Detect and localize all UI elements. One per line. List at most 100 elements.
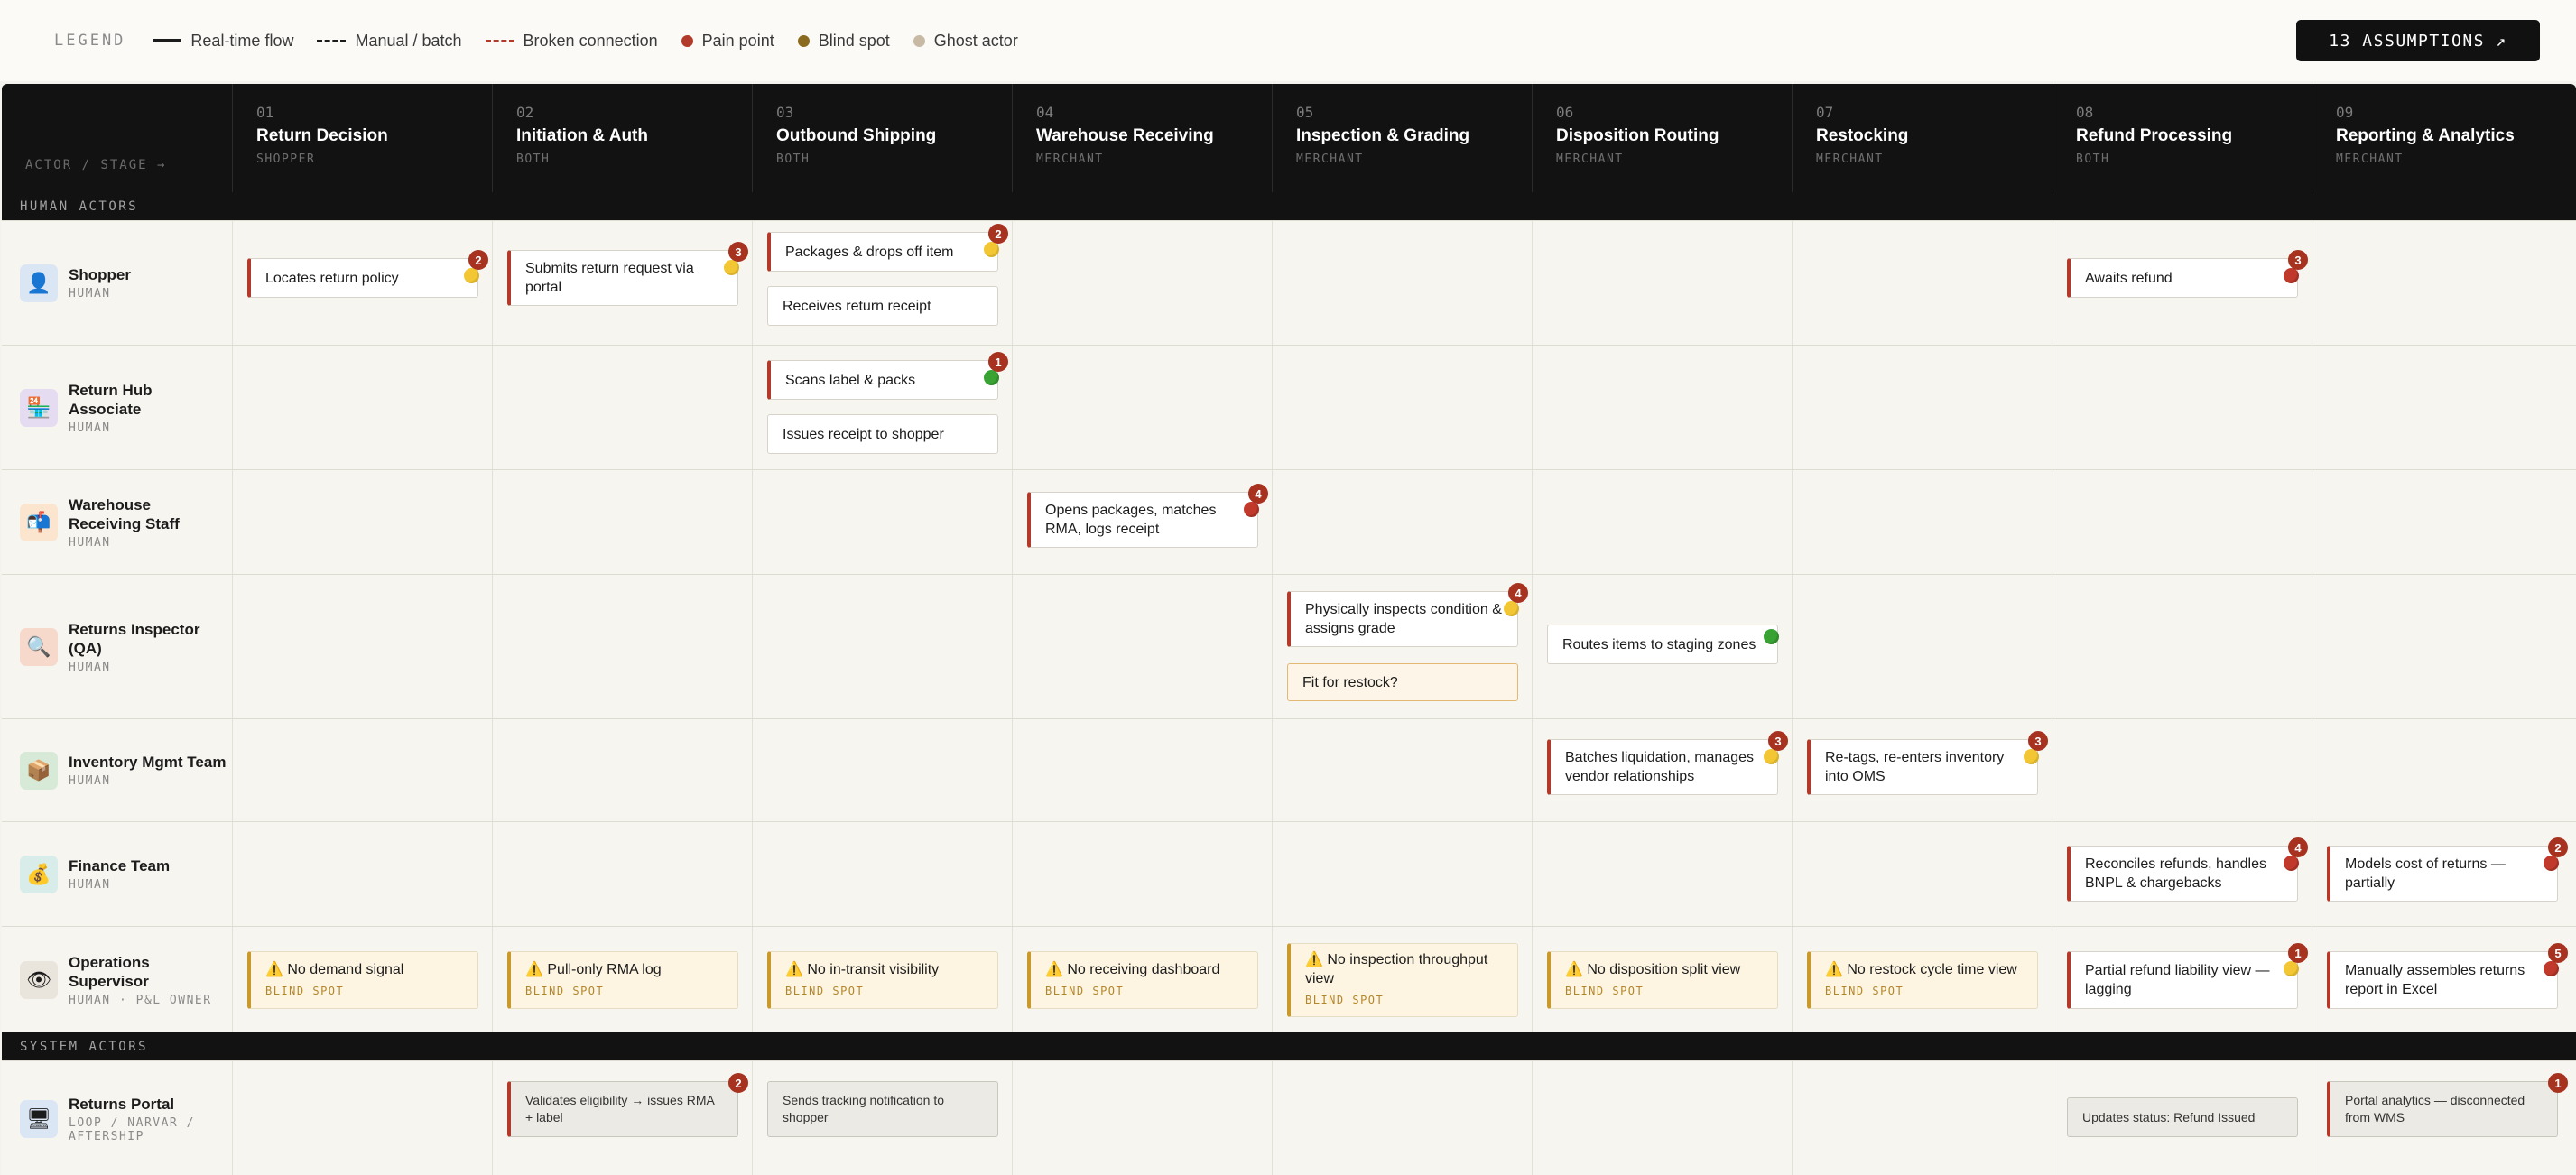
grid-cell: Batches liquidation, manages vendor rela…	[1532, 719, 1792, 821]
step-card[interactable]: Issues receipt to shopper	[767, 414, 998, 454]
grid-cell	[2312, 346, 2571, 469]
stage-title: Restocking	[1816, 126, 1909, 145]
grid-cell: Validates eligibility → issues RMA + lab…	[492, 1061, 752, 1175]
grid-cell	[492, 719, 752, 821]
red-status-dot-icon	[2284, 856, 2299, 871]
grid-cell	[1012, 346, 1272, 469]
stage-04: 04 Warehouse Receiving MERCHANT	[1012, 84, 1272, 192]
mailbox-icon: 📬	[20, 503, 58, 541]
actor-name: Warehouse Receiving Staff	[69, 495, 180, 532]
card-text: Batches liquidation, manages vendor rela…	[1565, 750, 1755, 784]
blind-spot-card[interactable]: ⚠️ Pull-only RMA log BLIND SPOT	[507, 951, 738, 1009]
step-card[interactable]: Packages & drops off item 2	[767, 224, 1008, 272]
actor-type: HUMAN	[69, 287, 111, 301]
step-card[interactable]: Submits return request via portal 3	[507, 242, 748, 306]
issue-count-badge[interactable]: 3	[1768, 731, 1788, 751]
broken-line-icon	[485, 39, 514, 42]
yellow-status-dot-icon	[464, 268, 479, 283]
actor-row: 🖥 Returns Portal LOOP / NARVAR / AFTERSHIP…	[2, 1060, 2576, 1175]
grid-cell: Packages & drops off item 2 Receives retur…	[752, 221, 1012, 345]
grid-cell: ⚠️ No disposition split view BLIND SPOT	[1532, 927, 1792, 1032]
assumptions-button[interactable]: 13 ASSUMPTIONS ↗	[2296, 20, 2540, 61]
step-card[interactable]: Manually assembles returns report in Exc…	[2327, 943, 2568, 1009]
issue-count-badge[interactable]: 3	[728, 242, 748, 262]
eye-icon: 👁	[20, 960, 58, 999]
step-card[interactable]: Receives return receipt	[767, 286, 998, 326]
stage-owner: MERCHANT	[1036, 153, 1104, 166]
issue-count-badge[interactable]: 1	[2288, 943, 2308, 963]
actor-type: HUMAN · P&L OWNER	[69, 993, 212, 1007]
grid-cell	[232, 346, 492, 469]
grid-cell	[1532, 470, 1792, 574]
grid-cell: Re-tags, re-enters inventory into OMS 3	[1792, 719, 2052, 821]
actor-row: 📬 Warehouse Receiving Staff HUMAN Opens pac…	[2, 469, 2576, 574]
stage-09: 09 Reporting & Analytics MERCHANT	[2312, 84, 2571, 192]
step-card[interactable]: Reconciles refunds, handles BNPL & charg…	[2067, 837, 2308, 902]
grid-cell	[1272, 346, 1532, 469]
card-text: Portal analytics — disconnected from WMS	[2345, 1093, 2525, 1124]
card-text: Validates eligibility → issues RMA + lab…	[525, 1093, 715, 1124]
step-card[interactable]: Opens packages, matches RMA, logs receip…	[1027, 484, 1268, 548]
store-icon: 🏪	[20, 388, 58, 427]
stage-title: Inspection & Grading	[1296, 126, 1470, 145]
system-step-card[interactable]: Portal analytics — disconnected from WMS…	[2327, 1073, 2568, 1137]
step-card[interactable]: Re-tags, re-enters inventory into OMS 3	[1807, 731, 2048, 795]
grid-cell	[2052, 575, 2312, 718]
stage-owner: SHOPPER	[256, 153, 316, 166]
blind-spot-card[interactable]: ⚠️ No demand signal BLIND SPOT	[247, 951, 478, 1009]
issue-count-badge[interactable]: 5	[2548, 943, 2568, 963]
card-text: Locates return policy	[265, 270, 399, 286]
issue-count-badge[interactable]: 2	[468, 250, 488, 270]
step-card[interactable]: Routes items to staging zones	[1547, 625, 1779, 664]
blind-spot-card[interactable]: ⚠️ No receiving dashboard BLIND SPOT	[1027, 951, 1258, 1009]
step-card[interactable]: Partial refund liability view — lagging 1	[2067, 943, 2308, 1009]
stage-number: 03	[776, 104, 794, 121]
step-card[interactable]: Locates return policy 2	[247, 250, 488, 298]
step-card[interactable]: Batches liquidation, manages vendor rela…	[1547, 731, 1788, 795]
blind-spot-card[interactable]: ⚠️ No disposition split view BLIND SPOT	[1547, 951, 1778, 1009]
blind-spot-card[interactable]: ⚠️ No in-transit visibility BLIND SPOT	[767, 951, 998, 1009]
issue-count-badge[interactable]: 2	[728, 1073, 748, 1093]
grid-cell	[752, 575, 1012, 718]
actor-type: HUMAN	[69, 421, 111, 435]
actor-name: Shopper	[69, 266, 131, 283]
blind-spot-card[interactable]: ⚠️ No inspection throughput view BLIND SP…	[1287, 943, 1518, 1017]
issue-count-badge[interactable]: 3	[2288, 250, 2308, 270]
blind-spot-card[interactable]: ⚠️ No restock cycle time view BLIND SPOT	[1807, 951, 2038, 1009]
solid-line-icon	[153, 39, 182, 42]
stage-title: Warehouse Receiving	[1036, 126, 1214, 145]
issue-count-badge[interactable]: 1	[988, 352, 1008, 372]
grid-cell: ⚠️ No inspection throughput view BLIND SP…	[1272, 927, 1532, 1032]
actor-type: HUMAN	[69, 878, 111, 892]
grid-cell	[752, 470, 1012, 574]
blind-spot-tag: BLIND SPOT	[1305, 994, 1385, 1006]
step-card[interactable]: Scans label & packs 1	[767, 352, 1008, 400]
grid-cell	[1532, 221, 1792, 345]
issue-count-badge[interactable]: 2	[2548, 837, 2568, 857]
grid-cell	[2312, 221, 2571, 345]
system-step-card[interactable]: Validates eligibility → issues RMA + lab…	[507, 1073, 748, 1137]
decision-card[interactable]: Fit for restock?	[1287, 663, 1518, 701]
issue-count-badge[interactable]: 3	[2028, 731, 2048, 751]
issue-count-badge[interactable]: 4	[1248, 484, 1268, 504]
issue-count-badge[interactable]: 2	[988, 224, 1008, 244]
issue-count-badge[interactable]: 1	[2548, 1073, 2568, 1093]
grid-cell	[1012, 575, 1272, 718]
issue-count-badge[interactable]: 4	[1508, 583, 1528, 603]
blind-spot-tag: BLIND SPOT	[1045, 984, 1125, 997]
system-step-card[interactable]: Updates status: Refund Issued	[2067, 1097, 2298, 1137]
grid-cell: Updates status: Refund Issued	[2052, 1061, 2312, 1175]
actor-row: 🏪 Return Hub Associate HUMAN Scans label & …	[2, 345, 2576, 469]
step-card[interactable]: Awaits refund 3	[2067, 250, 2308, 298]
actor-name: Finance Team	[69, 857, 171, 874]
issue-count-badge[interactable]: 4	[2288, 837, 2308, 857]
red-status-dot-icon	[2284, 268, 2299, 283]
card-text: Models cost of returns — partially	[2345, 856, 2506, 891]
card-text: Sends tracking notification to shopper	[783, 1093, 944, 1124]
stage-number: 08	[2076, 104, 2094, 121]
stage-title: Outbound Shipping	[776, 126, 937, 145]
system-step-card[interactable]: Sends tracking notification to shopper	[767, 1081, 998, 1137]
step-card[interactable]: Models cost of returns — partially 2	[2327, 837, 2568, 902]
stage-owner: MERCHANT	[2336, 153, 2404, 166]
step-card[interactable]: Physically inspects condition & assigns …	[1287, 583, 1528, 647]
